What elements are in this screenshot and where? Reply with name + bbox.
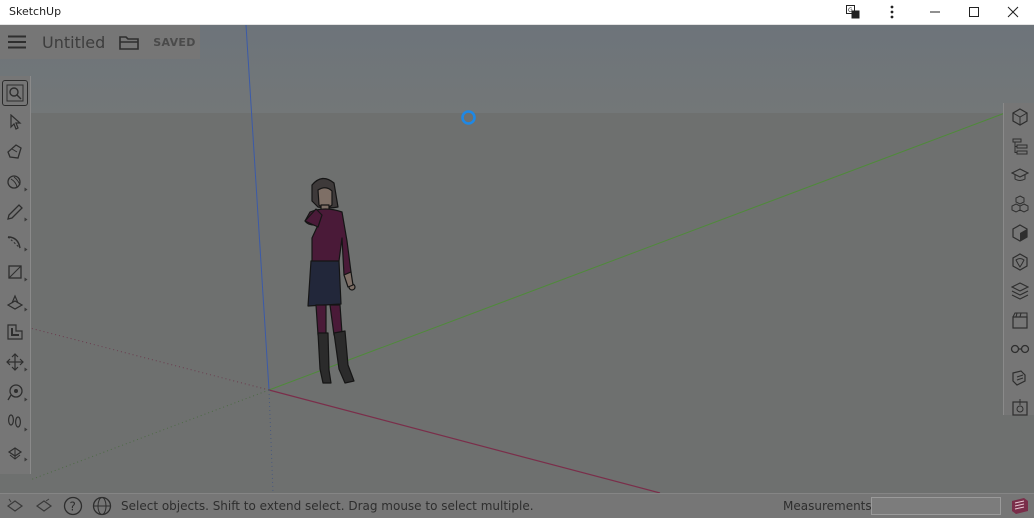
materials-button[interactable] xyxy=(1007,220,1033,246)
close-button[interactable] xyxy=(994,0,1032,24)
right-panel-bar xyxy=(1003,103,1034,416)
entity-info-button[interactable] xyxy=(1007,104,1033,130)
translate-icon[interactable]: G xyxy=(834,0,872,24)
more-vert-icon[interactable] xyxy=(873,0,911,24)
rectangle-icon xyxy=(8,265,22,279)
entity-info-icon xyxy=(1012,108,1028,126)
push-pull-icon xyxy=(6,294,24,310)
layers-icon xyxy=(1011,282,1029,300)
components-button[interactable] xyxy=(1007,191,1033,217)
components-icon xyxy=(1011,195,1029,213)
document-name[interactable]: Untitled xyxy=(42,33,105,52)
measurements-input[interactable] xyxy=(871,497,1001,515)
tape-measure-icon xyxy=(7,384,23,401)
maximize-button[interactable] xyxy=(955,0,993,24)
select-tool[interactable] xyxy=(2,109,28,135)
eraser-tool[interactable] xyxy=(2,139,28,165)
paint-tool[interactable] xyxy=(2,169,28,195)
document-header: Untitled SAVED xyxy=(0,25,200,59)
search-icon xyxy=(6,84,24,102)
blue-axis-negative xyxy=(268,389,274,493)
outliner-button[interactable] xyxy=(1007,133,1033,159)
rectangle-tool[interactable] xyxy=(2,259,28,285)
loading-spinner-icon xyxy=(461,110,476,125)
svg-text:?: ? xyxy=(70,500,76,514)
layers-button[interactable] xyxy=(1007,278,1033,304)
instructor-button[interactable] xyxy=(1007,162,1033,188)
globe-icon[interactable] xyxy=(92,496,112,516)
paint-icon xyxy=(7,175,21,189)
status-bar: ? Select objects. Shift to extend select… xyxy=(0,493,1034,518)
offset-tool[interactable] xyxy=(2,319,28,345)
instructor-icon xyxy=(1011,168,1029,181)
model-viewport[interactable] xyxy=(0,25,1034,493)
orbit-tool[interactable] xyxy=(2,439,28,465)
extensions-button[interactable] xyxy=(1007,365,1033,391)
help-icon[interactable]: ? xyxy=(63,496,83,516)
minimize-button[interactable] xyxy=(916,0,954,24)
offset-icon xyxy=(7,324,23,340)
tape-measure-tool[interactable] xyxy=(2,379,28,405)
green-axis xyxy=(268,112,1006,391)
pencil-tool[interactable] xyxy=(2,199,28,225)
move-tool[interactable] xyxy=(2,349,28,375)
orbit-icon xyxy=(7,447,23,460)
window-title: SketchUp xyxy=(9,5,62,18)
status-message: Select objects. Shift to extend select. … xyxy=(121,499,534,513)
hamburger-menu-icon[interactable] xyxy=(6,31,28,53)
push-pull-tool[interactable] xyxy=(2,289,28,315)
move-icon xyxy=(6,353,24,371)
folder-icon[interactable] xyxy=(119,31,141,53)
maximize-icon xyxy=(969,7,979,17)
minimize-icon xyxy=(930,11,940,13)
svg-text:G: G xyxy=(848,7,853,14)
credits-icon[interactable] xyxy=(34,496,54,516)
extensions-icon xyxy=(1012,370,1026,386)
scenes-button[interactable] xyxy=(1007,307,1033,333)
save-status: SAVED xyxy=(153,35,196,49)
scenes-icon xyxy=(1012,312,1028,329)
red-axis-negative xyxy=(29,327,270,391)
georeference-icon[interactable] xyxy=(5,496,25,516)
materials-icon xyxy=(1012,224,1028,242)
blue-axis xyxy=(245,25,270,391)
green-axis-negative xyxy=(29,389,270,481)
styles-button[interactable] xyxy=(1007,249,1033,275)
footprints-icon xyxy=(7,414,22,428)
walk-tool[interactable] xyxy=(2,409,28,435)
scale-figure xyxy=(304,177,356,384)
export-button[interactable] xyxy=(1007,394,1033,420)
outliner-icon xyxy=(1012,138,1028,155)
display-icon xyxy=(1010,344,1030,354)
search-tool[interactable] xyxy=(2,80,28,106)
title-bar: SketchUp G xyxy=(0,0,1034,25)
arc-tool[interactable] xyxy=(2,229,28,255)
axes xyxy=(29,25,1006,493)
red-axis xyxy=(268,389,661,493)
close-icon xyxy=(1007,6,1019,18)
arc-icon xyxy=(7,236,21,249)
left-toolbar xyxy=(0,76,31,474)
select-arrow-icon xyxy=(10,114,22,130)
sketchup-logo-icon[interactable] xyxy=(1010,496,1030,516)
eraser-icon xyxy=(7,144,22,159)
measurements-label: Measurements xyxy=(783,499,872,513)
display-button[interactable] xyxy=(1007,336,1033,362)
export-icon xyxy=(1012,399,1028,416)
pencil-icon xyxy=(7,204,23,220)
styles-icon xyxy=(1012,253,1028,271)
